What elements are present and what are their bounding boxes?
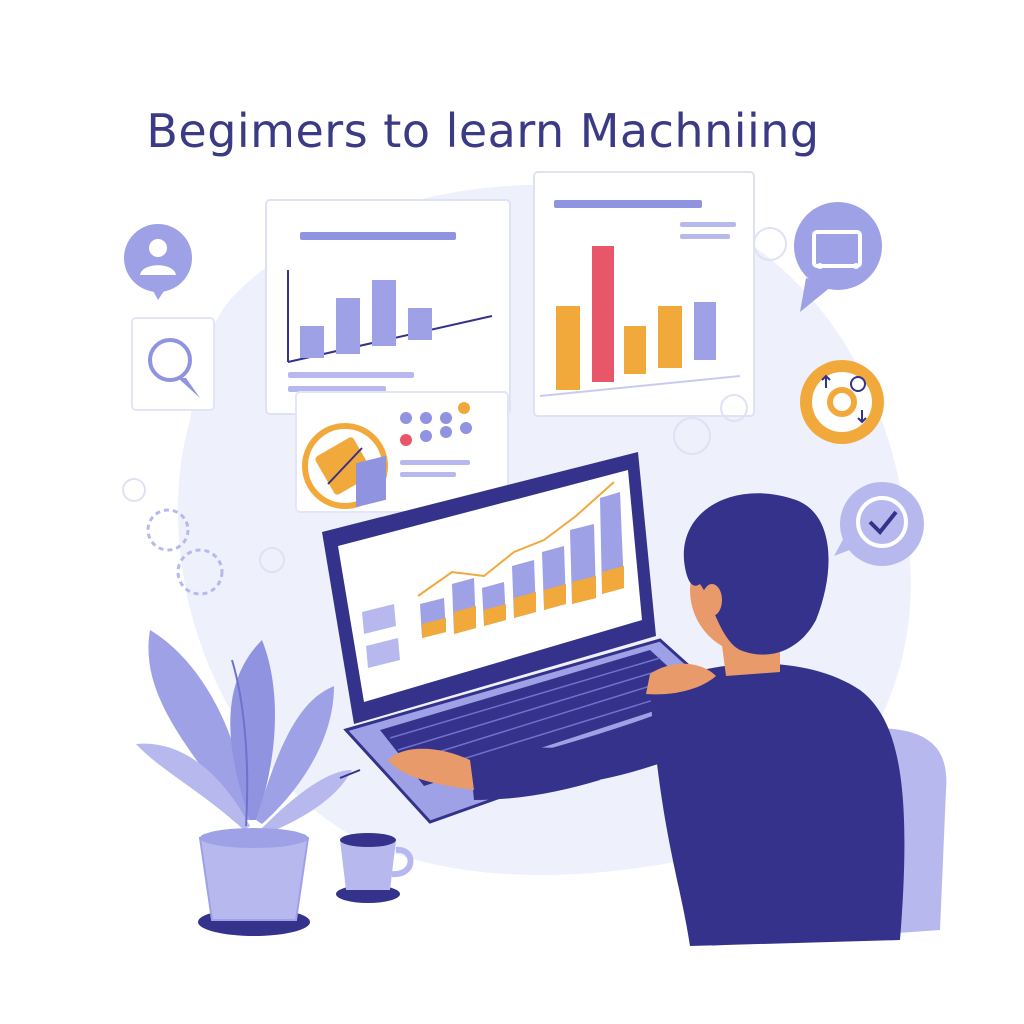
user-bubble-icon — [124, 224, 192, 300]
page-title: Begimers to learn Machniing — [146, 104, 820, 158]
illustration: Begimers to learn Machniing — [0, 0, 1024, 1024]
search-bubble-icon — [131, 317, 215, 411]
deco-circle — [122, 478, 146, 502]
bar-chart-panel-right — [533, 171, 755, 417]
screen-bubble-icon — [794, 202, 882, 312]
bar-chart-panel-left — [265, 199, 511, 415]
refresh-circle-icon — [800, 360, 884, 444]
deco-circle — [753, 227, 787, 261]
